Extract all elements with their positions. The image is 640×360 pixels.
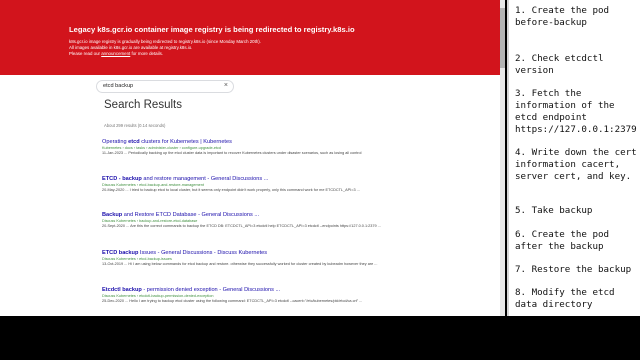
result-snippet: 11-Jan-2023 ... Periodically backing up … <box>102 151 362 155</box>
clear-search-icon[interactable]: × <box>224 82 228 89</box>
result-url: Discuss Kubernetes › etcdctl-backup-perm… <box>102 294 214 298</box>
result-snippet: 20-Sept-2020 ... Are this the correct co… <box>102 224 381 228</box>
banner-text-prefix: Please read our <box>69 51 102 56</box>
result-url: Kubernetes › docs › tasks › administer-c… <box>102 146 222 150</box>
search-query-text[interactable]: etcd backup <box>103 83 133 89</box>
note-step-6: 6. Create the pod after the backup <box>515 229 610 252</box>
result-title-link[interactable]: Etcdctl backup - permission denied excep… <box>102 287 402 293</box>
notes-pane: 1. Create the pod before-backup 2. Check… <box>507 0 640 316</box>
note-step-1: 1. Create the pod before-backup <box>515 5 610 28</box>
search-result: Etcdctl backup - permission denied excep… <box>102 287 402 304</box>
note-step-5: 5. Take backup <box>515 205 593 216</box>
search-result: ETCD - backup and restore management - G… <box>102 176 402 193</box>
deprecation-banner: Legacy k8s.gcr.io container image regist… <box>0 0 505 75</box>
results-heading: Search Results <box>104 99 182 111</box>
note-step-2: 2. Check etcdctl version <box>515 53 604 76</box>
announcement-link[interactable]: announcement <box>101 51 130 56</box>
browser-pane: Legacy k8s.gcr.io container image regist… <box>0 0 505 316</box>
result-url: Discuss Kubernetes › etcd-backup-issues <box>102 257 172 261</box>
banner-text-suffix: for more details. <box>130 51 163 56</box>
search-result: Operating etcd clusters for Kubernetes |… <box>102 139 402 156</box>
result-snippet: 20-May-2020 ... I tried to backup etcd t… <box>102 188 360 192</box>
banner-text: Please read our announcement for more de… <box>69 51 163 56</box>
result-title-link[interactable]: ETCD - backup and restore management - G… <box>102 176 402 182</box>
result-snippet: 13-Oct-2019 ... Hi I am using below comm… <box>102 262 378 266</box>
video-letterbox <box>0 316 640 360</box>
note-step-8: 8. Modify the etcd data directory <box>515 287 615 310</box>
banner-title: Legacy k8s.gcr.io container image regist… <box>69 25 355 34</box>
search-input[interactable]: etcd backup × <box>96 80 234 93</box>
result-stats: About 299 results (0.14 seconds) <box>104 123 166 128</box>
banner-text: k8s.gcr.io image registry is gradually b… <box>69 39 261 44</box>
note-step-3: 3. Fetch the information of the etcd end… <box>515 88 637 135</box>
result-title-link[interactable]: Operating etcd clusters for Kubernetes |… <box>102 139 402 145</box>
note-step-7: 7. Restore the backup <box>515 264 632 275</box>
result-url: Discuss Kubernetes › backup-and-restore-… <box>102 219 198 223</box>
result-title-link[interactable]: Backup and Restore ETCD Database - Gener… <box>102 212 402 218</box>
note-step-4: 4. Write down the cert information cacer… <box>515 147 637 182</box>
banner-text: All images available in k8s.gcr.io are a… <box>69 45 193 50</box>
search-result: Backup and Restore ETCD Database - Gener… <box>102 212 402 229</box>
result-title-link[interactable]: ETCD backup Issues - General Discussions… <box>102 250 402 256</box>
result-snippet: 25-Dec-2020 ... Hello I am trying to bac… <box>102 299 363 303</box>
scrollbar-thumb[interactable] <box>500 8 505 68</box>
search-result: ETCD backup Issues - General Discussions… <box>102 250 402 267</box>
result-url: Discuss Kubernetes › etcd-backup-and-res… <box>102 183 204 187</box>
